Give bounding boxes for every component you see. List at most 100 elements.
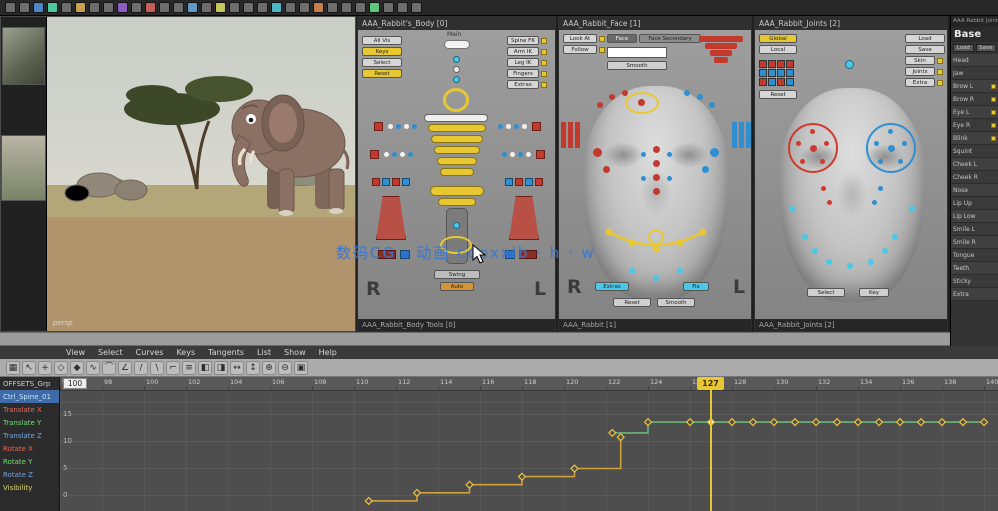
fix-button[interactable]: Fix xyxy=(683,282,709,291)
menu-help[interactable]: Help xyxy=(319,348,337,357)
keyframe-diamond[interactable] xyxy=(365,498,372,505)
shelf-icon-18[interactable] xyxy=(243,2,254,13)
chin-joint[interactable] xyxy=(847,263,853,269)
finger-control[interactable] xyxy=(402,178,410,186)
shelf-icon-7[interactable] xyxy=(89,2,100,13)
playhead-line[interactable] xyxy=(710,377,712,511)
auto-button[interactable]: Auto xyxy=(440,282,474,291)
nostril-control[interactable] xyxy=(641,176,646,181)
menu-curves[interactable]: Curves xyxy=(136,348,164,357)
curve-icon[interactable]: ∿ xyxy=(86,361,100,375)
keyframe-diamond[interactable] xyxy=(813,419,820,426)
ear-slider-left[interactable] xyxy=(568,122,573,148)
arm-fk-control[interactable] xyxy=(404,124,409,129)
head-control[interactable] xyxy=(845,60,854,69)
tongue-control-1[interactable] xyxy=(699,36,743,42)
channel-check-icon[interactable] xyxy=(991,123,996,128)
keyframe-diamond[interactable] xyxy=(960,419,967,426)
chest-control[interactable] xyxy=(443,88,469,112)
outliner-channel[interactable]: Translate X xyxy=(0,403,59,416)
smile-joint-right[interactable] xyxy=(878,186,883,191)
keyframe-diamond[interactable] xyxy=(897,419,904,426)
outliner-channel[interactable]: Rotate Z xyxy=(0,468,59,481)
rock[interactable] xyxy=(115,180,147,200)
scene-view[interactable] xyxy=(47,17,356,332)
upper-spine-control[interactable] xyxy=(424,114,488,122)
jaw-control[interactable] xyxy=(677,268,683,274)
picker-footer-tab[interactable]: AAA_Rabbit_Body Tools [0] xyxy=(358,319,555,331)
checkbox-icon[interactable] xyxy=(599,36,605,42)
checkbox-icon[interactable] xyxy=(541,60,547,66)
cheek-joint-right[interactable] xyxy=(902,141,907,146)
finger-control[interactable] xyxy=(382,178,390,186)
reset-button[interactable]: Reset xyxy=(613,298,651,307)
picker-title-bar[interactable]: AAA_Rabbit's_Body [0] xyxy=(358,17,555,30)
checkbox-icon[interactable] xyxy=(541,38,547,44)
arm-fk-control[interactable] xyxy=(412,124,417,129)
keyframe-diamond[interactable] xyxy=(687,419,694,426)
joint-swatch[interactable] xyxy=(786,78,794,86)
tab-face[interactable]: Face xyxy=(607,34,637,43)
neck-control[interactable] xyxy=(453,56,460,63)
hand-control[interactable] xyxy=(518,152,523,157)
shelf-icon-15[interactable] xyxy=(201,2,212,13)
channel-row[interactable]: Head xyxy=(951,54,998,67)
spine-control-3[interactable] xyxy=(434,146,480,154)
channel-row[interactable]: Extra xyxy=(951,288,998,301)
channel-row[interactable]: Sticky xyxy=(951,275,998,288)
menu-view[interactable]: View xyxy=(66,348,85,357)
ear-slider-left[interactable] xyxy=(575,122,580,148)
shelf-icon-22[interactable] xyxy=(299,2,310,13)
spine-fk-button[interactable]: Spine FK xyxy=(507,36,547,45)
shelf-icon-25[interactable] xyxy=(341,2,352,13)
arm-fk-control[interactable] xyxy=(498,124,503,129)
shoulder-control-right[interactable] xyxy=(532,122,541,131)
ear-slider-right[interactable] xyxy=(739,122,744,148)
tab-face-secondary[interactable]: Face Secondary xyxy=(639,34,701,43)
smooth-button-2[interactable]: Smooth xyxy=(657,298,695,307)
main-control[interactable] xyxy=(444,40,470,49)
brow-control-right[interactable] xyxy=(709,102,715,108)
keyframe-diamond[interactable] xyxy=(645,419,652,426)
chin-joint[interactable] xyxy=(826,259,832,265)
channel-row[interactable]: Jaw xyxy=(951,67,998,80)
zoom-out-icon[interactable]: ⊖ xyxy=(278,361,292,375)
arm-fk-control[interactable] xyxy=(506,124,511,129)
cheek-joint-right[interactable] xyxy=(888,145,895,152)
follow-button[interactable]: Follow xyxy=(563,45,605,54)
joint-swatch[interactable] xyxy=(759,60,767,68)
shelf-icon-30[interactable] xyxy=(411,2,422,13)
nose-control[interactable] xyxy=(653,174,660,181)
reset-button[interactable]: Reset xyxy=(362,69,402,78)
skin-button[interactable]: Skin xyxy=(905,56,943,65)
jaw-joint[interactable] xyxy=(789,206,795,212)
outliner-channel[interactable]: OFFSETS_Grp xyxy=(0,377,59,390)
current-frame-flag[interactable]: 127 xyxy=(697,377,724,390)
extras-button[interactable]: Extras xyxy=(507,80,547,89)
channel-row[interactable]: Lip Low xyxy=(951,210,998,223)
elbow-control-left[interactable] xyxy=(370,150,379,159)
brow-control-right[interactable] xyxy=(697,94,703,100)
shelf-icon-6[interactable] xyxy=(75,2,86,13)
shelf-icon-28[interactable] xyxy=(383,2,394,13)
keyframe-diamond[interactable] xyxy=(981,419,988,426)
save-button[interactable]: Save xyxy=(976,44,997,52)
keyframe-diamond[interactable] xyxy=(466,481,473,488)
rock[interactable] xyxy=(65,185,89,201)
menu-keys[interactable]: Keys xyxy=(176,348,195,357)
smile-joint-left[interactable] xyxy=(827,200,832,205)
shelf-icon-4[interactable] xyxy=(47,2,58,13)
neck-control[interactable] xyxy=(453,66,460,73)
chin-joint[interactable] xyxy=(802,234,808,240)
cheek-control-right[interactable] xyxy=(710,148,719,157)
cheek-control-left[interactable] xyxy=(593,148,602,157)
shelf-icon-8[interactable] xyxy=(103,2,114,13)
channel-row[interactable]: Squint xyxy=(951,145,998,158)
load-button[interactable]: Load xyxy=(953,44,974,52)
keyframe-icon[interactable]: ◆ xyxy=(70,361,84,375)
keyframe-diamond[interactable] xyxy=(729,419,736,426)
checkbox-icon[interactable] xyxy=(541,71,547,77)
range-start-field[interactable]: 100 xyxy=(63,378,87,389)
brow-main-dot[interactable] xyxy=(638,99,645,106)
hand-control[interactable] xyxy=(526,152,531,157)
